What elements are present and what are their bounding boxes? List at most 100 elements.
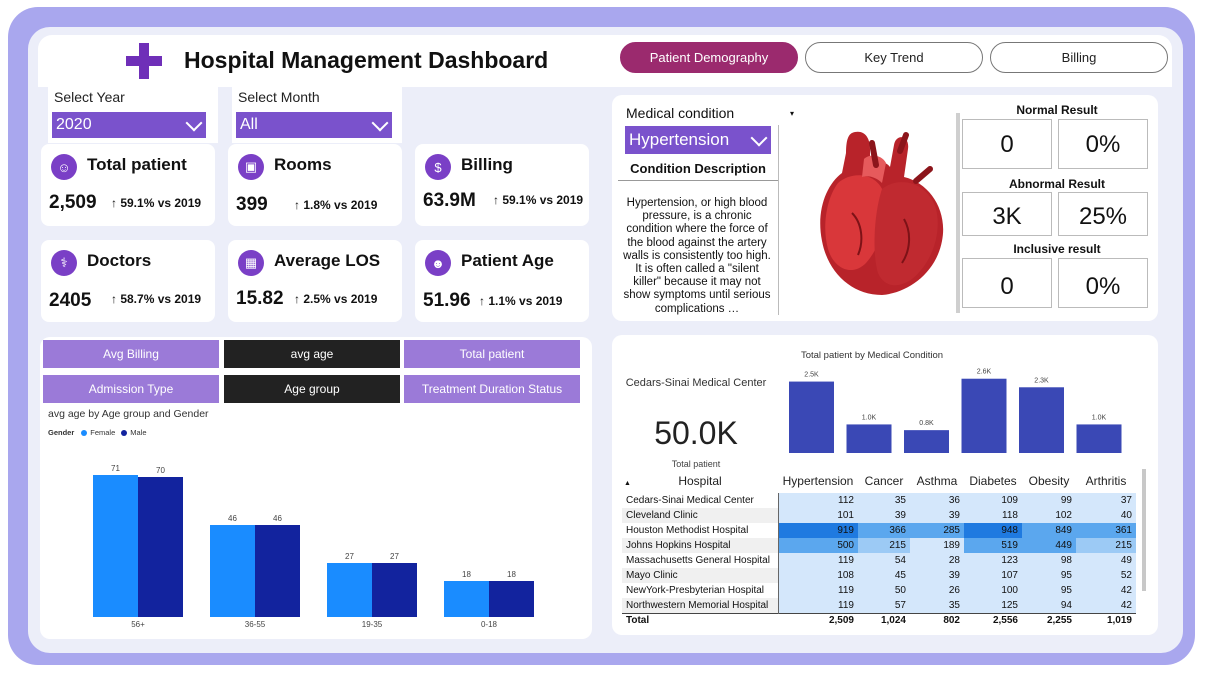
hospital-name-cell: Houston Methodist Hospital xyxy=(622,523,779,538)
value-cell: 119 xyxy=(778,583,858,598)
data-label: 46 xyxy=(228,514,237,523)
total-cell: 802 xyxy=(943,615,960,627)
tab-patient-demography[interactable]: Patient Demography xyxy=(620,42,798,73)
table-row[interactable]: Massachusetts General Hospital 119 54 28 123… xyxy=(622,553,1136,568)
month-slicer: Select Month All xyxy=(232,85,402,143)
data-label: 27 xyxy=(390,552,399,561)
kpi-label: Doctors xyxy=(87,251,152,270)
condition-bar xyxy=(1076,424,1122,453)
bar-female xyxy=(93,475,138,617)
data-label: 2.5K xyxy=(804,372,819,379)
value-cell: 100 xyxy=(964,583,1022,598)
bar-male xyxy=(372,563,417,617)
table-row[interactable]: Johns Hopkins Hospital 500 215 189 519 449 215 xyxy=(622,538,1136,553)
value-cell: 112 xyxy=(778,493,858,508)
value-cell: 52 xyxy=(1076,568,1136,583)
column-header[interactable]: Arthritis xyxy=(1076,469,1136,493)
table-row[interactable]: Houston Methodist Hospital 919 366 285 948 84… xyxy=(622,523,1136,538)
data-label: 46 xyxy=(273,514,282,523)
value-cell: 285 xyxy=(910,523,964,538)
x-tick-label: 0-18 xyxy=(481,620,498,629)
condition-dropdown-value: Hypertension xyxy=(629,130,730,149)
year-dropdown-value: 2020 xyxy=(56,116,92,133)
total-cell: 2,509 xyxy=(828,615,854,627)
age-group-button[interactable]: Age group xyxy=(224,375,400,403)
calendar-icon: ▦ xyxy=(238,250,264,276)
column-header[interactable]: Diabetes xyxy=(964,469,1022,493)
kpi-delta: ↑ 1.1% vs 2019 xyxy=(479,294,563,308)
column-header[interactable]: Hypertension xyxy=(778,469,858,493)
dashboard-canvas: Hospital Management Dashboard Patient De… xyxy=(28,27,1183,653)
x-tick-label: 56+ xyxy=(131,620,145,629)
legend-male-marker xyxy=(121,429,128,436)
patient-icon: ☺ xyxy=(51,154,77,180)
inclusive-result-percent: 0% xyxy=(1058,258,1148,308)
condition-dropdown[interactable]: Hypertension xyxy=(625,126,771,154)
column-header[interactable]: Obesity xyxy=(1022,469,1076,493)
more-options-icon[interactable]: ▾ xyxy=(790,109,794,118)
normal-result-percent: 0% xyxy=(1058,119,1148,169)
condition-chart-panel: Cedars-Sinai Medical Center 50.0K Total … xyxy=(612,335,1158,635)
kpi-label: Billing xyxy=(461,155,513,174)
dashboard-frame: Hospital Management Dashboard Patient De… xyxy=(8,7,1195,665)
hospital-name-cell: Mayo Clinic xyxy=(622,568,779,583)
value-cell: 361 xyxy=(1076,523,1136,538)
value-cell: 35 xyxy=(858,493,910,508)
data-label: 18 xyxy=(507,570,516,579)
chevron-down-icon xyxy=(185,114,203,132)
value-cell: 54 xyxy=(858,553,910,568)
table-row[interactable]: Mayo Clinic 108 45 39 107 95 52 xyxy=(622,568,1136,583)
year-slicer: Select Year 2020 xyxy=(48,85,218,143)
condition-description: Hypertension, or high blood pressure, is… xyxy=(623,197,771,315)
year-dropdown[interactable]: 2020 xyxy=(52,112,206,138)
value-cell: 519 xyxy=(964,538,1022,553)
admission-type-button[interactable]: Admission Type xyxy=(43,375,219,403)
tab-billing[interactable]: Billing xyxy=(990,42,1168,73)
tab-key-trend[interactable]: Key Trend xyxy=(805,42,983,73)
value-cell: 26 xyxy=(910,583,964,598)
value-cell: 119 xyxy=(778,598,858,613)
x-tick-label: 36-55 xyxy=(245,620,266,629)
condition-bar-chart: 2.5K 1.0K 0.8K 2.6K 2.3K 1.0K xyxy=(789,369,1122,453)
abnormal-result-count: 3K xyxy=(962,192,1052,236)
table-row[interactable]: Cleveland Clinic 101 39 39 118 102 40 xyxy=(622,508,1136,523)
bar-female xyxy=(210,525,255,617)
column-header[interactable]: Cancer xyxy=(858,469,910,493)
table-scrollbar[interactable] xyxy=(1142,469,1146,591)
legend-female-marker xyxy=(81,429,88,436)
value-cell: 108 xyxy=(778,568,858,583)
value-cell: 28 xyxy=(910,553,964,568)
column-header[interactable]: Asthma xyxy=(910,469,964,493)
value-cell: 366 xyxy=(858,523,910,538)
legend-title: Gender xyxy=(48,428,75,437)
value-cell: 40 xyxy=(1076,508,1136,523)
table-row[interactable]: Cedars-Sinai Medical Center 112 35 36 109 99 3… xyxy=(622,493,1136,508)
avg-billing-button[interactable]: Avg Billing xyxy=(43,340,219,368)
avg-age-button[interactable]: avg age xyxy=(224,340,400,368)
kpi-value: 63.9M xyxy=(423,190,476,211)
value-cell: 37 xyxy=(1076,493,1136,508)
value-cell: 95 xyxy=(1022,568,1076,583)
scrollbar[interactable] xyxy=(956,113,960,313)
kpi-label: Average LOS xyxy=(274,251,381,270)
table-row[interactable]: NewYork-Presbyterian Hospital 119 50 26 100 9… xyxy=(622,583,1136,598)
hospital-name-cell: Northwestern Memorial Hospital xyxy=(622,598,779,613)
value-cell: 500 xyxy=(778,538,858,553)
kpi-billing: $ Billing 63.9M ↑ 59.1% vs 2019 xyxy=(415,144,589,226)
value-cell: 50 xyxy=(858,583,910,598)
hospital-name: Cedars-Sinai Medical Center xyxy=(625,377,767,389)
value-cell: 36 xyxy=(910,493,964,508)
treatment-duration-status-button[interactable]: Treatment Duration Status xyxy=(404,375,580,403)
kpi-delta: ↑ 59.1% vs 2019 xyxy=(111,196,202,210)
hospital-name-cell: Massachusetts General Hospital xyxy=(622,553,779,568)
table-row[interactable]: Northwestern Memorial Hospital 119 57 35 125… xyxy=(622,598,1136,613)
value-cell: 107 xyxy=(964,568,1022,583)
kpi-delta: ↑ 59.1% vs 2019 xyxy=(493,193,584,207)
title-bar: Hospital Management Dashboard Patient De… xyxy=(38,35,1172,87)
month-dropdown[interactable]: All xyxy=(236,112,392,138)
data-label: 1.0K xyxy=(1092,414,1107,421)
total-patient-button[interactable]: Total patient xyxy=(404,340,580,368)
value-cell: 449 xyxy=(1022,538,1076,553)
column-header[interactable]: Hospital xyxy=(622,469,778,493)
chevron-down-icon xyxy=(371,114,389,132)
